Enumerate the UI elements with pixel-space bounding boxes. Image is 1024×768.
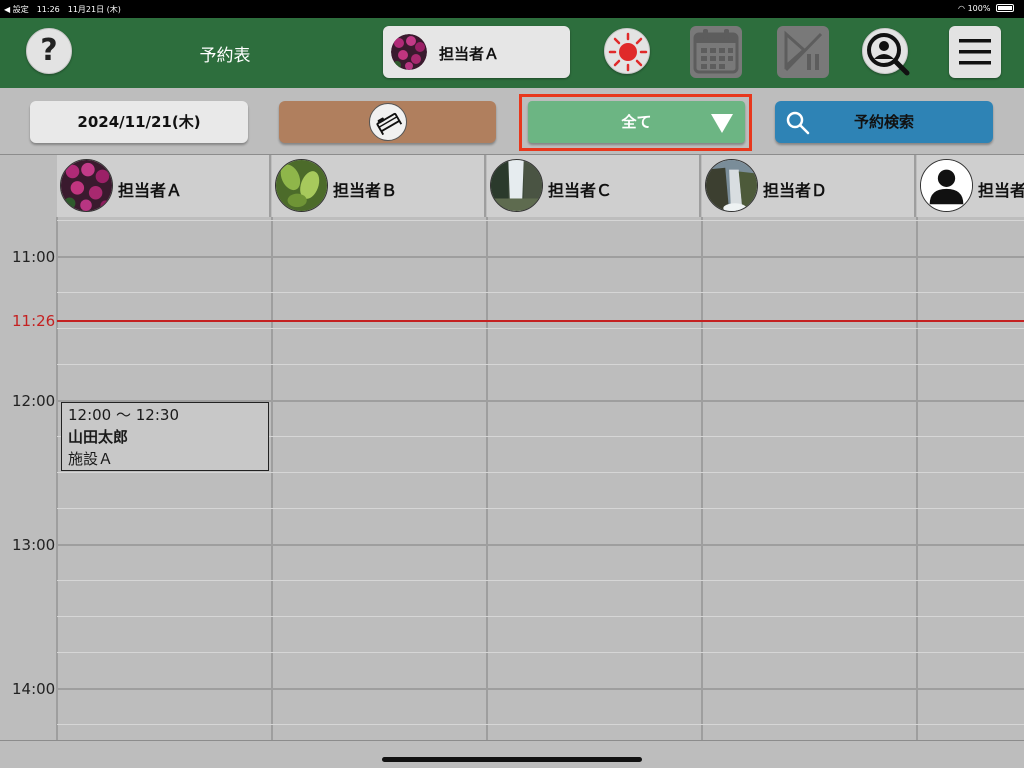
bed-icon xyxy=(369,103,407,141)
staff-avatar xyxy=(275,159,328,212)
play-pause-button[interactable] xyxy=(777,26,829,78)
hour-line xyxy=(57,544,1024,546)
toolbar: 2024/11/21(木) 全て 予約検索 xyxy=(0,88,1024,154)
slot-line xyxy=(57,472,1024,473)
appointment-time: 12:00 〜 12:30 xyxy=(68,406,179,424)
staff-avatar xyxy=(705,159,758,212)
staff-name: 担当者Ｄ xyxy=(763,181,828,200)
staff-column-header[interactable]: 担当者Ｅ xyxy=(917,155,1024,217)
user-search-icon xyxy=(867,33,910,76)
staff-name: 担当者Ａ xyxy=(118,181,183,200)
staff-column-header[interactable]: 担当者Ｂ xyxy=(272,155,486,217)
staff-avatar xyxy=(391,34,427,70)
column-divider xyxy=(271,217,273,740)
time-label: 12:00 xyxy=(12,392,56,410)
page-title: 予約表 xyxy=(199,46,251,66)
staff-name: 担当者Ｂ xyxy=(333,181,398,200)
hour-line xyxy=(57,256,1024,258)
facility-button[interactable] xyxy=(279,101,496,143)
search-icon xyxy=(786,111,810,135)
person-icon xyxy=(920,159,973,212)
play-pause-icon xyxy=(784,30,823,72)
column-divider xyxy=(486,217,488,740)
calendar-button[interactable] xyxy=(690,26,742,78)
calendar-icon xyxy=(693,29,739,74)
staff-column-header[interactable]: 担当者Ｃ xyxy=(487,155,701,217)
schedule-grid: 担当者Ａ 担当者Ｂ 担当者Ｃ 担当者Ｄ 担当 11:00 12:00 13:00… xyxy=(0,154,1024,740)
staff-column-header[interactable]: 担当者Ｄ xyxy=(702,155,916,217)
search-label: 予約検索 xyxy=(853,113,914,131)
slot-line xyxy=(57,724,1024,725)
menu-icon xyxy=(959,39,991,65)
sun-icon xyxy=(608,32,648,72)
status-left: ◀ 設定 11:26 11月21日 (木) xyxy=(4,5,121,14)
slot-line xyxy=(57,508,1024,509)
hour-line xyxy=(57,688,1024,690)
column-divider xyxy=(56,217,58,740)
date-button[interactable]: 2024/11/21(木) xyxy=(30,101,248,143)
time-label: 13:00 xyxy=(12,536,56,554)
appointment-card[interactable]: 12:00 〜 12:30 山田太郎 施設Ａ xyxy=(61,402,269,471)
filter-highlight xyxy=(519,94,752,151)
slot-line xyxy=(57,652,1024,653)
menu-button[interactable] xyxy=(949,26,1001,78)
column-divider xyxy=(916,217,918,740)
time-label: 11:00 xyxy=(12,248,56,266)
home-indicator[interactable] xyxy=(382,757,642,762)
battery-text: 100% xyxy=(967,4,991,13)
column-divider xyxy=(701,217,703,740)
header: ? 予約表 担当者Ａ xyxy=(0,18,1024,88)
staff-column-header[interactable]: 担当者Ａ xyxy=(57,155,271,217)
user-search-button[interactable] xyxy=(862,28,910,76)
staff-avatar xyxy=(60,159,113,212)
help-label: ? xyxy=(40,33,58,68)
wifi-icon: ◠ xyxy=(958,4,966,13)
staff-name: 担当者Ｅ xyxy=(978,181,1024,200)
slot-line xyxy=(57,328,1024,329)
slot-line xyxy=(57,580,1024,581)
help-button[interactable]: ? xyxy=(26,28,72,74)
current-time-label: 11:26 xyxy=(12,312,56,330)
battery-icon xyxy=(996,4,1014,12)
status-right: ◠ 100% xyxy=(958,4,1014,13)
appointment-facility: 施設Ａ xyxy=(68,450,114,468)
slot-line xyxy=(57,364,1024,365)
reservation-search-button[interactable]: 予約検索 xyxy=(775,101,993,143)
current-time-line xyxy=(57,320,1024,322)
slot-line xyxy=(57,616,1024,617)
slot-line xyxy=(57,220,1024,221)
staff-name: 担当者Ｃ xyxy=(548,181,613,200)
status-bar: ◀ 設定 11:26 11月21日 (木) ◠ 100% xyxy=(0,0,1024,18)
bottom-bar xyxy=(0,740,1024,768)
staff-selector[interactable]: 担当者Ａ xyxy=(383,26,570,78)
staff-avatar xyxy=(490,159,543,212)
time-label: 14:00 xyxy=(12,680,56,698)
appointment-customer: 山田太郎 xyxy=(68,428,129,446)
sun-button[interactable] xyxy=(604,28,650,74)
staff-selector-label: 担当者Ａ xyxy=(439,45,500,63)
slot-line xyxy=(57,292,1024,293)
